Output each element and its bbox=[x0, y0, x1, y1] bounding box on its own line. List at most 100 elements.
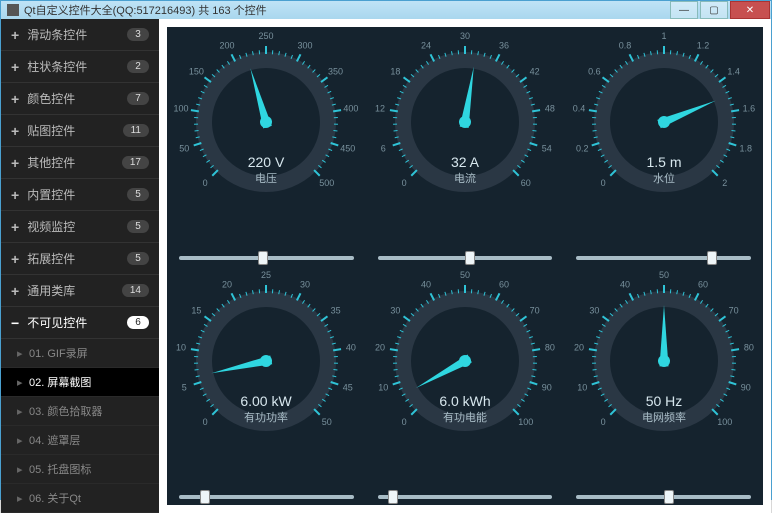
gauge: 05101520253035404550 6.00 kW 有功功率 bbox=[171, 266, 361, 456]
sidebar-group[interactable]: +贴图控件11 bbox=[1, 115, 159, 147]
app-window: Qt自定义控件大全(QQ:517216493) 共 163 个控件 — ▢ ✕ … bbox=[0, 0, 772, 500]
sidebar-group[interactable]: +颜色控件7 bbox=[1, 83, 159, 115]
sidebar-group-expanded[interactable]: −不可见控件 6 bbox=[1, 307, 159, 339]
gauge: 00.20.40.60.811.21.41.61.82 1.5 m 水位 bbox=[569, 27, 759, 217]
close-button[interactable]: ✕ bbox=[730, 1, 770, 19]
sidebar-group[interactable]: +拓展控件5 bbox=[1, 243, 159, 275]
expand-icon: + bbox=[11, 284, 19, 298]
svg-text:24: 24 bbox=[421, 40, 431, 50]
gauge-slider[interactable] bbox=[576, 256, 751, 260]
svg-text:20: 20 bbox=[574, 343, 584, 353]
count-badge: 2 bbox=[127, 60, 149, 73]
svg-text:36: 36 bbox=[499, 40, 509, 50]
svg-text:40: 40 bbox=[421, 279, 431, 289]
svg-text:1.2: 1.2 bbox=[696, 40, 709, 50]
sidebar-group[interactable]: + 其他控件 17 bbox=[1, 147, 159, 179]
svg-text:300: 300 bbox=[298, 40, 313, 50]
sidebar-group[interactable]: +柱状条控件2 bbox=[1, 51, 159, 83]
expand-icon: + bbox=[11, 220, 19, 234]
gauge-title: 电网频率 bbox=[642, 410, 686, 424]
gauge-value: 50 Hz bbox=[645, 393, 682, 409]
sidebar-subitem[interactable]: ▸ 05. 托盘图标 bbox=[1, 455, 159, 484]
svg-text:30: 30 bbox=[460, 31, 470, 41]
svg-text:70: 70 bbox=[530, 305, 540, 315]
sidebar-group-label: 滑动条控件 bbox=[27, 26, 87, 43]
svg-text:450: 450 bbox=[341, 144, 356, 154]
sidebar-subitem[interactable]: ▸04. 遮罩层 bbox=[1, 426, 159, 455]
svg-text:0: 0 bbox=[402, 178, 407, 188]
svg-text:30: 30 bbox=[589, 305, 599, 315]
svg-text:30: 30 bbox=[390, 305, 400, 315]
sidebar-group[interactable]: +通用类库14 bbox=[1, 275, 159, 307]
sidebar-subitem-label: 04. 遮罩层 bbox=[29, 435, 80, 447]
sidebar-group-label: 其他控件 bbox=[27, 154, 75, 171]
gauge-title: 有功电能 bbox=[443, 410, 487, 424]
slider-thumb[interactable] bbox=[664, 490, 674, 504]
gauge-slider[interactable] bbox=[378, 495, 553, 499]
svg-text:2: 2 bbox=[722, 178, 727, 188]
gauge-value: 32 A bbox=[451, 154, 480, 170]
sidebar-subitem[interactable]: ▸06. 关于Qt bbox=[1, 484, 159, 513]
gauge-value: 6.00 kW bbox=[241, 393, 293, 409]
svg-text:35: 35 bbox=[331, 305, 341, 315]
sidebar-group-label: 通用类库 bbox=[27, 282, 75, 299]
sidebar-subitem-label: 01. GIF录屏 bbox=[29, 348, 88, 360]
sidebar-group-label: 不可见控件 bbox=[27, 314, 87, 331]
sidebar-subitem[interactable]: ▸ 01. GIF录屏 bbox=[1, 339, 159, 368]
gauge-title: 电压 bbox=[255, 172, 277, 185]
minimize-button[interactable]: — bbox=[670, 1, 698, 19]
count-badge: 6 bbox=[127, 316, 149, 329]
svg-text:0: 0 bbox=[203, 417, 208, 427]
slider-thumb[interactable] bbox=[465, 251, 475, 265]
svg-text:1.6: 1.6 bbox=[742, 104, 755, 114]
window-title: Qt自定义控件大全(QQ:517216493) 共 163 个控件 bbox=[24, 2, 267, 18]
slider-thumb[interactable] bbox=[388, 490, 398, 504]
svg-text:0.2: 0.2 bbox=[576, 144, 589, 154]
app-icon bbox=[7, 4, 19, 16]
svg-text:45: 45 bbox=[343, 383, 353, 393]
svg-text:42: 42 bbox=[530, 66, 540, 76]
svg-text:50: 50 bbox=[659, 270, 669, 280]
svg-text:0.4: 0.4 bbox=[572, 104, 585, 114]
gauge: 050100150200250300350400450500 220 V 电压 bbox=[171, 27, 361, 217]
titlebar[interactable]: Qt自定义控件大全(QQ:517216493) 共 163 个控件 — ▢ ✕ bbox=[1, 1, 771, 19]
slider-thumb[interactable] bbox=[200, 490, 210, 504]
sidebar-subitem-label: 05. 托盘图标 bbox=[29, 464, 91, 476]
svg-text:12: 12 bbox=[375, 104, 385, 114]
gauge-title: 有功功率 bbox=[244, 410, 288, 424]
gauge-slider[interactable] bbox=[179, 495, 354, 499]
gauge-slider[interactable] bbox=[179, 256, 354, 260]
expand-icon: + bbox=[11, 156, 19, 170]
expand-icon: + bbox=[11, 92, 19, 106]
maximize-button[interactable]: ▢ bbox=[700, 1, 728, 19]
expand-icon: + bbox=[11, 28, 19, 42]
svg-text:40: 40 bbox=[346, 343, 356, 353]
count-badge: 11 bbox=[123, 124, 149, 137]
slider-thumb[interactable] bbox=[258, 251, 268, 265]
main-content: 050100150200250300350400450500 220 V 电压 … bbox=[159, 19, 771, 513]
svg-text:15: 15 bbox=[192, 305, 202, 315]
count-badge: 17 bbox=[122, 156, 149, 169]
gauge-slider[interactable] bbox=[378, 256, 553, 260]
svg-text:50: 50 bbox=[322, 417, 332, 427]
svg-text:0: 0 bbox=[402, 417, 407, 427]
chevron-right-icon: ▸ bbox=[17, 347, 23, 360]
gauge-slider[interactable] bbox=[576, 495, 751, 499]
svg-text:350: 350 bbox=[328, 66, 343, 76]
sidebar-group[interactable]: +内置控件5 bbox=[1, 179, 159, 211]
sidebar-group[interactable]: +滑动条控件3 bbox=[1, 19, 159, 51]
slider-thumb[interactable] bbox=[707, 251, 717, 265]
sidebar-subitem[interactable]: ▸02. 屏幕截图 bbox=[1, 368, 159, 397]
svg-text:100: 100 bbox=[174, 104, 189, 114]
sidebar-group[interactable]: +视频监控5 bbox=[1, 211, 159, 243]
gauge-title: 电流 bbox=[454, 171, 476, 185]
chevron-right-icon: ▸ bbox=[17, 463, 23, 476]
svg-text:90: 90 bbox=[740, 383, 750, 393]
svg-text:18: 18 bbox=[390, 66, 400, 76]
sidebar-subitem[interactable]: ▸03. 颜色拾取器 bbox=[1, 397, 159, 426]
gauge-value: 220 V bbox=[248, 154, 285, 170]
collapse-icon: − bbox=[11, 316, 19, 330]
svg-text:6: 6 bbox=[381, 144, 386, 154]
expand-icon: + bbox=[11, 124, 19, 138]
svg-text:80: 80 bbox=[744, 343, 754, 353]
